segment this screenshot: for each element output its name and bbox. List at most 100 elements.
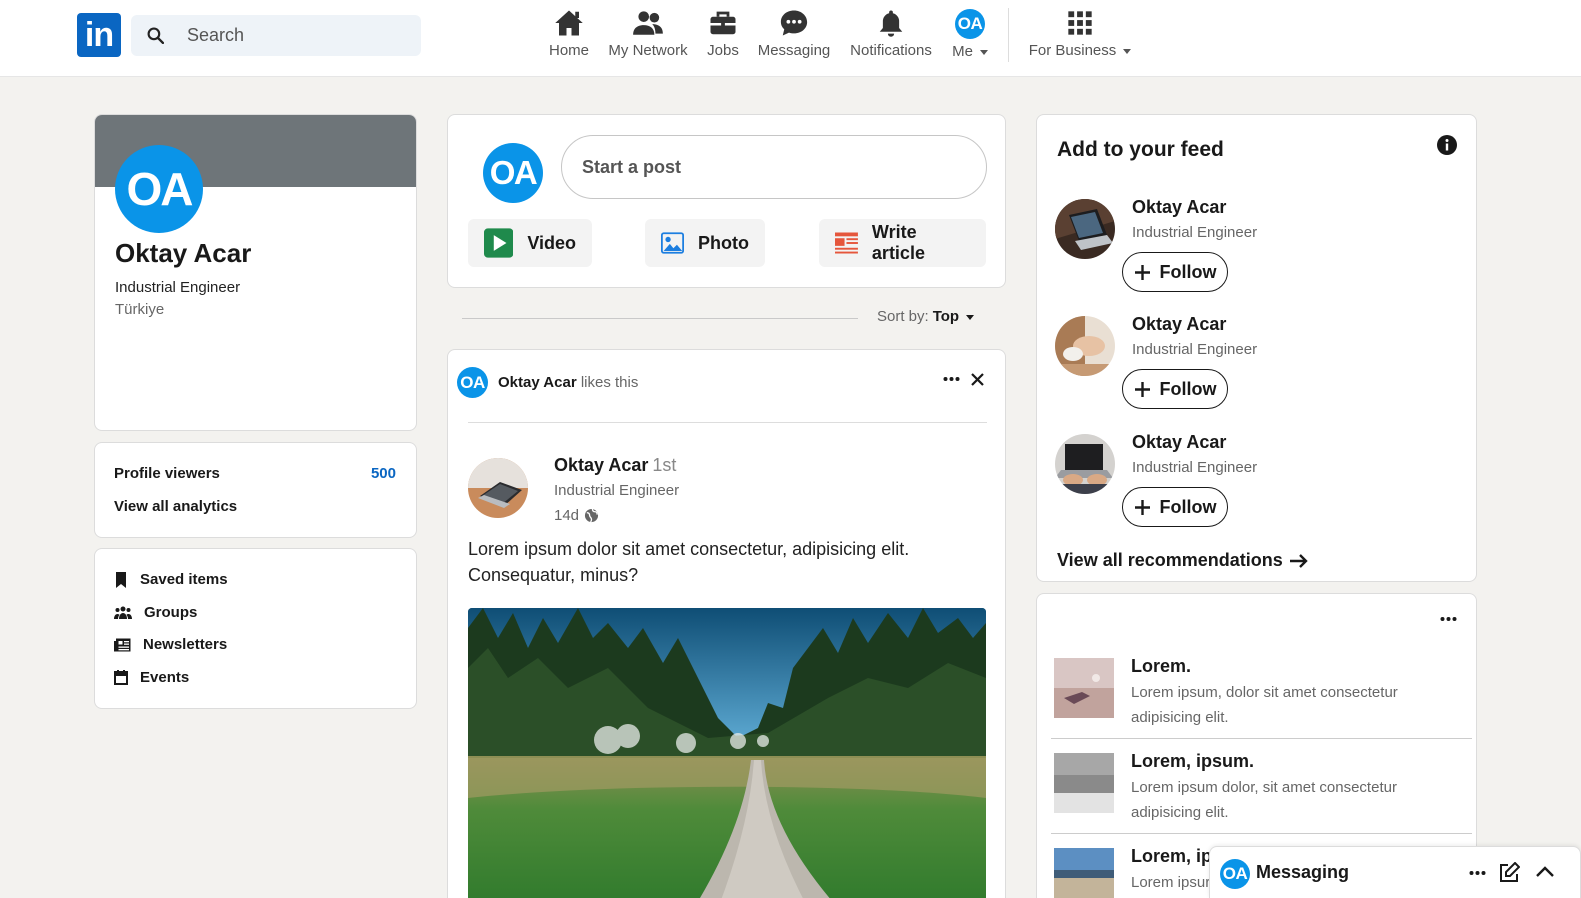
skyline-photo-thumbnail xyxy=(1054,848,1114,898)
nav-my-network[interactable]: My Network xyxy=(606,6,690,66)
news-divider xyxy=(1051,738,1472,739)
author-name[interactable]: Oktay Acar 1st xyxy=(554,455,676,476)
nav-jobs-label: Jobs xyxy=(707,42,739,59)
groups-icon xyxy=(114,606,132,619)
recommendation-name[interactable]: Oktay Acar xyxy=(1132,432,1226,453)
article-icon xyxy=(835,232,858,254)
liker-action: likes this xyxy=(580,374,639,391)
nav-for-business[interactable]: For Business xyxy=(1024,6,1136,66)
liker-avatar[interactable]: OA xyxy=(457,367,488,398)
composer-avatar[interactable]: OA xyxy=(483,143,543,203)
compose-icon[interactable] xyxy=(1499,862,1520,883)
follow-button[interactable]: Follow xyxy=(1122,487,1228,527)
photo-label: Photo xyxy=(698,232,749,253)
video-button[interactable]: Video xyxy=(468,219,592,267)
events-label: Events xyxy=(140,669,190,686)
sort-label: Sort by: xyxy=(877,308,929,325)
video-icon xyxy=(484,228,514,258)
news-thumbnail[interactable] xyxy=(1054,753,1114,813)
nav-home-label: Home xyxy=(548,42,589,59)
author-avatar[interactable] xyxy=(468,458,528,518)
nav-jobs[interactable]: Jobs xyxy=(702,6,744,66)
follow-button[interactable]: Follow xyxy=(1122,369,1228,409)
post-time: 14d xyxy=(554,507,599,524)
connection-degree: 1st xyxy=(652,455,677,475)
view-all-label: View all recommendations xyxy=(1057,550,1283,570)
news-thumbnail[interactable] xyxy=(1054,848,1114,898)
recommendation-avatar[interactable] xyxy=(1055,199,1115,259)
linkedin-logo[interactable]: in xyxy=(77,13,121,57)
profile-viewers-label[interactable]: Profile viewers xyxy=(114,465,220,482)
events-link[interactable]: Events xyxy=(114,669,189,686)
nav-messaging[interactable]: Messaging xyxy=(756,6,832,66)
news-title[interactable]: Lorem, ip xyxy=(1131,846,1212,867)
news-description: Lorem ipsum dolor, sit amet consectetur … xyxy=(1131,779,1397,821)
close-icon[interactable] xyxy=(971,373,984,386)
more-options-icon[interactable] xyxy=(943,376,960,382)
nav-me[interactable]: OA Me xyxy=(948,6,992,66)
chevron-down-icon xyxy=(1123,48,1132,54)
profile-viewers-count[interactable]: 500 xyxy=(371,465,396,482)
shortcuts-card: Saved items Groups Newsletters Events xyxy=(94,548,417,709)
profile-location: Türkiye xyxy=(115,301,165,318)
analytics-card: Profile viewers 500 View all analytics xyxy=(94,442,417,538)
nav-notifications[interactable]: Notifications xyxy=(848,6,934,66)
arrow-right-icon xyxy=(1289,553,1308,568)
groups-link[interactable]: Groups xyxy=(114,604,197,621)
home-icon xyxy=(555,10,583,36)
nav-home[interactable]: Home xyxy=(545,6,593,66)
bell-icon xyxy=(879,10,903,37)
beach-photo-thumbnail xyxy=(1054,658,1114,718)
liker-name[interactable]: Oktay Acar xyxy=(498,374,577,391)
more-options-icon[interactable] xyxy=(1440,616,1457,622)
info-icon[interactable] xyxy=(1437,135,1457,155)
messaging-overlay[interactable]: OA Messaging xyxy=(1209,846,1581,898)
chevron-up-icon[interactable] xyxy=(1536,865,1554,877)
write-article-button[interactable]: Write article xyxy=(819,219,986,267)
search-input[interactable] xyxy=(187,15,407,56)
sort-divider xyxy=(462,318,858,319)
follow-label: Follow xyxy=(1159,261,1217,282)
messaging-label[interactable]: Messaging xyxy=(1256,862,1349,883)
news-title[interactable]: Lorem, ipsum. xyxy=(1131,751,1254,772)
post-image[interactable] xyxy=(468,608,986,898)
recommendation-name[interactable]: Oktay Acar xyxy=(1132,314,1226,335)
news-title[interactable]: Lorem. xyxy=(1131,656,1191,677)
add-to-feed-card: Add to your feed Oktay Acar Industrial E… xyxy=(1036,114,1477,582)
profile-card: OA Oktay Acar Industrial Engineer Türkiy… xyxy=(94,114,417,431)
messaging-avatar: OA xyxy=(1220,859,1250,889)
grid-icon xyxy=(1068,11,1092,35)
plus-icon xyxy=(1134,499,1150,515)
recommendation-title: Industrial Engineer xyxy=(1132,459,1258,476)
recommendation-title: Industrial Engineer xyxy=(1132,224,1258,241)
forest-path-image xyxy=(468,608,986,898)
newsletters-label: Newsletters xyxy=(143,636,228,653)
recommendation-avatar[interactable] xyxy=(1055,434,1115,494)
newsletters-link[interactable]: Newsletters xyxy=(114,636,227,653)
follow-button[interactable]: Follow xyxy=(1122,252,1228,292)
nav-notifications-label: Notifications xyxy=(850,42,932,59)
nav-me-label: Me xyxy=(952,43,973,60)
recommendation-avatar[interactable] xyxy=(1055,316,1115,376)
briefcase-icon xyxy=(710,11,736,35)
view-analytics-link[interactable]: View all analytics xyxy=(114,498,237,515)
chevron-down-icon xyxy=(979,49,988,55)
sort-dropdown[interactable]: Sort by: Top xyxy=(877,308,975,325)
search-icon xyxy=(147,27,164,44)
profile-name[interactable]: Oktay Acar xyxy=(115,238,251,269)
view-all-recommendations-link[interactable]: View all recommendations xyxy=(1057,550,1309,571)
globe-icon xyxy=(584,508,599,523)
nav-me-label-wrap: Me xyxy=(948,43,992,60)
profile-avatar[interactable]: OA xyxy=(115,145,203,233)
more-options-icon[interactable] xyxy=(1469,870,1486,876)
saved-items-link[interactable]: Saved items xyxy=(114,571,228,588)
start-post-input[interactable]: Start a post xyxy=(561,135,987,199)
recommendation-name[interactable]: Oktay Acar xyxy=(1132,197,1226,218)
plus-icon xyxy=(1134,264,1150,280)
hands-photo-avatar xyxy=(1055,316,1115,376)
news-thumbnail[interactable] xyxy=(1054,658,1114,718)
search-box[interactable] xyxy=(131,15,421,56)
add-to-feed-title: Add to your feed xyxy=(1057,138,1224,161)
recommendation-title: Industrial Engineer xyxy=(1132,341,1258,358)
photo-button[interactable]: Photo xyxy=(645,219,765,267)
